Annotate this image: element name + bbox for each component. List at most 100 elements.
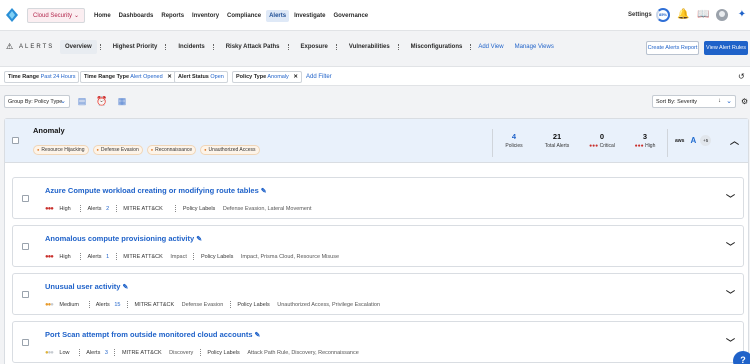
alerts-count-link[interactable]: 1 (106, 254, 109, 260)
chevron-up-icon[interactable]: ︿ (730, 134, 739, 147)
group-title: Anomaly (33, 126, 65, 135)
row-checkbox[interactable] (22, 291, 29, 298)
alert-policy-card[interactable]: Anomalous compute provisioning activity ✎… (12, 225, 744, 267)
close-icon[interactable]: ✕ (293, 74, 298, 80)
alert-policy-card[interactable]: Azure Compute workload creating or modif… (12, 177, 744, 219)
alerts-count-link[interactable]: 3 (105, 350, 108, 356)
nav-inventory[interactable]: Inventory (189, 10, 222, 22)
assistant-icon[interactable]: ✦ (736, 9, 748, 21)
reset-icon[interactable]: ↺ (738, 72, 745, 81)
tab-overview[interactable]: Overview (60, 40, 97, 54)
policy-title[interactable]: Anomalous compute provisioning activity ✎ (45, 234, 202, 243)
nav-governance[interactable]: Governance (330, 10, 371, 22)
help-chat-button[interactable]: ? (733, 351, 750, 364)
avatar[interactable] (716, 9, 728, 21)
group-by-select[interactable]: Group By: Policy Type ⌄ (4, 95, 70, 108)
severity-dots: ●●● (45, 301, 54, 308)
create-alerts-report-button[interactable]: Create Alerts Report (646, 41, 699, 55)
nav-compliance[interactable]: Compliance (224, 10, 264, 22)
stat-critical: 0 ●●● Critical (589, 132, 615, 149)
alert-policy-card[interactable]: Port Scan attempt from outside monitored… (12, 321, 744, 363)
group-header[interactable]: Anomaly Resource Hijacking Defense Evasi… (5, 119, 748, 163)
azure-icon: A (690, 136, 697, 145)
more-clouds-badge[interactable]: +5 (700, 135, 712, 146)
severity-dots: ●●● (45, 253, 54, 260)
aws-icon: aws (675, 137, 685, 144)
chevron-down-icon: ⌄ (73, 13, 79, 19)
tactic-tag: Resource Hijacking (33, 145, 89, 155)
tab-risky-attack-paths[interactable]: Risky Attack Paths (221, 40, 285, 54)
chevron-down-icon[interactable]: ﹀ (726, 240, 735, 253)
alert-policy-card[interactable]: Unusual user activity ✎ ●●● Medium Alerts… (12, 273, 744, 315)
stat-high: 3 ●●● High (634, 132, 656, 149)
policy-title[interactable]: Port Scan attempt from outside monitored… (45, 330, 260, 339)
policy-title[interactable]: Unusual user activity ✎ (45, 282, 128, 291)
alarm-icon[interactable]: ⏰ (96, 95, 108, 107)
table-view-icon[interactable]: ▤ (76, 95, 88, 107)
chevron-down-icon[interactable]: ﹀ (726, 336, 735, 349)
tab-exposure[interactable]: Exposure (296, 40, 333, 54)
tactic-tags: Resource Hijacking Defense Evasion Recon… (33, 145, 264, 155)
filter-time-range-type[interactable]: Time Range Type Alert Opened ✕ (80, 71, 176, 83)
score-gauge[interactable]: 85% (656, 8, 670, 22)
policy-meta: ●●● Low Alerts 3 MITRE ATT&CK Discovery … (45, 349, 359, 356)
stat-policies[interactable]: 4 Policies (503, 132, 525, 149)
group-checkbox[interactable] (12, 137, 19, 144)
nav-alerts[interactable]: Alerts (266, 9, 290, 22)
book-icon[interactable]: 📖 (697, 9, 709, 21)
alerts-count-link[interactable]: 2 (106, 206, 109, 212)
tenant-selector[interactable]: Cloud Security ⌄ (27, 8, 85, 23)
nav-home[interactable]: Home (91, 10, 114, 22)
save-icon[interactable]: ▦ (116, 95, 128, 107)
bell-icon[interactable]: 🔔 (677, 9, 689, 21)
warning-icon: ⚠ (6, 42, 14, 51)
chevron-down-icon[interactable]: ﹀ (726, 288, 735, 301)
chevron-down-icon[interactable]: ﹀ (726, 192, 735, 205)
manage-views-link[interactable]: Manage Views (515, 44, 554, 50)
tactic-tag: Unauthorized Access (200, 145, 260, 155)
tab-highest-priority[interactable]: Highest Priority (108, 40, 163, 54)
policy-type-group: Anomaly Resource Hijacking Defense Evasi… (4, 118, 749, 364)
nav-reports[interactable]: Reports (158, 10, 187, 22)
add-filter-link[interactable]: Add Filter (306, 74, 332, 80)
pencil-icon[interactable]: ✎ (261, 188, 267, 195)
view-alert-rules-button[interactable]: View Alert Rules (704, 41, 748, 55)
row-checkbox[interactable] (22, 339, 29, 346)
logo-icon[interactable] (6, 8, 18, 22)
tactic-tag: Defense Evasion (92, 145, 143, 155)
sort-direction-icon[interactable]: ↓ (718, 98, 721, 104)
settings-link[interactable]: Settings (628, 12, 652, 18)
pencil-icon[interactable]: ✎ (196, 236, 202, 243)
page-title: ALERTS (19, 44, 55, 50)
nav-investigate[interactable]: Investigate (291, 10, 328, 22)
pencil-icon[interactable]: ✎ (255, 332, 261, 339)
severity-dots: ●●● (45, 349, 54, 356)
filter-time-range[interactable]: Time Range Past 24 Hours (4, 71, 80, 83)
policy-meta: ●●● High Alerts 1 MITRE ATT&CK Impact Po… (45, 253, 340, 260)
filter-alert-status[interactable]: Alert Status Open (174, 71, 228, 83)
tactic-tag: Reconnaissance (146, 145, 197, 155)
row-checkbox[interactable] (22, 243, 29, 250)
tab-misconfigurations[interactable]: Misconfigurations (406, 40, 468, 54)
sub-nav: ⚠ ALERTS Overview Highest Priority Incid… (0, 35, 750, 59)
close-icon[interactable]: ✕ (167, 74, 172, 80)
add-view-link[interactable]: Add View (478, 44, 503, 50)
row-checkbox[interactable] (22, 195, 29, 202)
policy-meta: ●●● Medium Alerts 15 MITRE ATT&CK Defens… (45, 301, 381, 308)
main-nav: Home Dashboards Reports Inventory Compli… (91, 9, 373, 22)
pencil-icon[interactable]: ✎ (122, 284, 128, 291)
policy-title[interactable]: Azure Compute workload creating or modif… (45, 186, 267, 195)
alerts-count-link[interactable]: 15 (114, 302, 120, 308)
tab-vulnerabilities[interactable]: Vulnerabilities (344, 40, 395, 54)
cloud-providers: aws A +5 (675, 135, 712, 146)
gear-icon[interactable]: ⚙ (741, 97, 748, 106)
sort-by-select[interactable]: Sort By: Severity ↓ ⌄ (652, 95, 736, 108)
toolbar: Group By: Policy Type ⌄ ▤ ⏰ ▦ Sort By: S… (0, 92, 750, 112)
filter-bar: Time Range Past 24 Hours Time Range Type… (0, 66, 750, 86)
nav-dashboards[interactable]: Dashboards (116, 10, 157, 22)
severity-dots: ●●● (45, 205, 54, 212)
top-nav: Cloud Security ⌄ Home Dashboards Reports… (0, 0, 750, 31)
chevron-down-icon: ⌄ (726, 98, 732, 105)
filter-policy-type[interactable]: Policy Type Anomaly ✕ (232, 71, 302, 83)
tab-incidents[interactable]: Incidents (173, 40, 209, 54)
